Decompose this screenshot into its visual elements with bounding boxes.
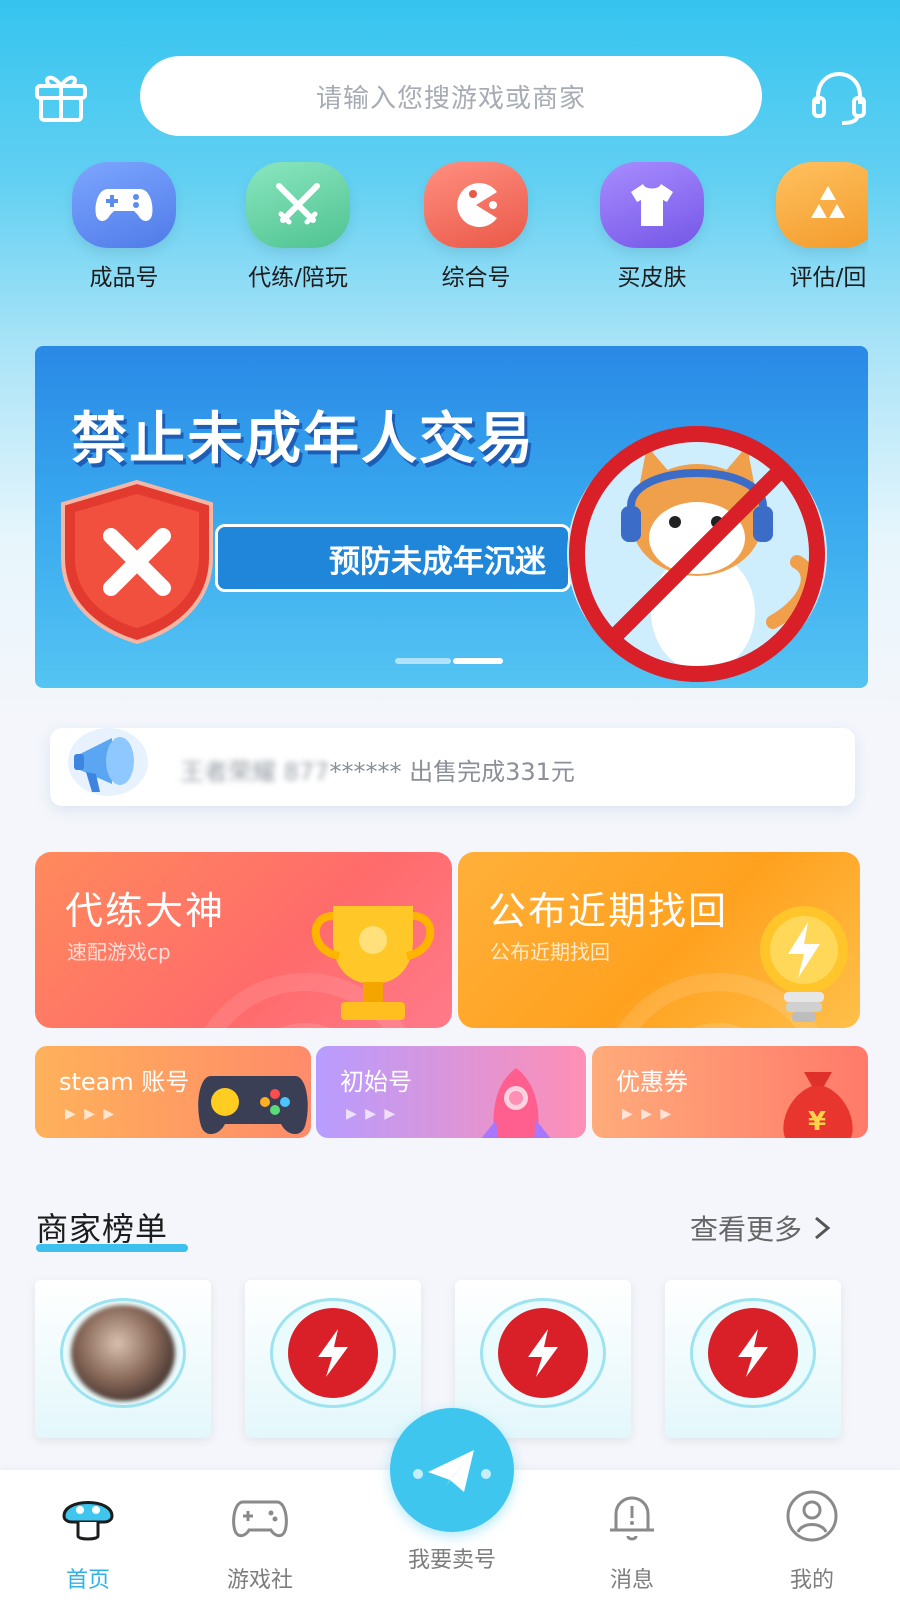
lightning-logo-icon [288, 1308, 378, 1398]
promo-card-coupon[interactable]: 优惠券 ▶ ▶ ▶ ¥ [592, 1046, 868, 1138]
headset-icon [812, 71, 866, 125]
promo-title: 优惠券 [616, 1068, 688, 1096]
merchant-card[interactable] [665, 1280, 841, 1438]
avatar [71, 1305, 175, 1401]
nav-game-community[interactable]: 游戏社 [200, 1486, 320, 1596]
sell-account-label: 我要卖号 [407, 1548, 496, 1573]
gamepad-icon [72, 162, 176, 248]
category-label: 代练/陪玩 [248, 265, 348, 291]
paper-plane-icon [413, 1450, 491, 1492]
promo-subtitle: 公布近期找回 [490, 940, 610, 964]
merchant-avatar-ring [480, 1298, 606, 1408]
promo-card-booster[interactable]: 代练大神 速配游戏cp [35, 852, 452, 1028]
nav-label: 游戏社 [226, 1568, 293, 1593]
home-mushroom-icon [62, 1501, 114, 1541]
promo-arrows: ▶ ▶ ▶ [65, 1106, 117, 1122]
category-label: 评估/回 [789, 265, 867, 291]
promo-card-recovery[interactable]: 公布近期找回 公布近期找回 [458, 852, 860, 1028]
category-label: 买皮肤 [617, 265, 687, 291]
nav-messages[interactable]: 消息 [572, 1486, 692, 1596]
banner-dot-active[interactable] [453, 658, 503, 664]
merchant-card[interactable] [35, 1280, 211, 1438]
category-label: 综合号 [441, 265, 511, 291]
promo-arrows: ▶ ▶ ▶ [346, 1106, 398, 1122]
category-label: 成品号 [89, 265, 159, 291]
chevron-right-icon [815, 1216, 831, 1240]
search-input[interactable]: 请输入您搜游戏或商家 [140, 56, 762, 136]
category-finished-account[interactable]: 成品号 [54, 162, 194, 292]
svg-text:¥: ¥ [808, 1107, 826, 1137]
promo-title: steam 账号 [59, 1068, 190, 1096]
nav-label: 我的 [789, 1568, 834, 1593]
promo-title: 初始号 [340, 1068, 412, 1096]
lightbulb-icon [760, 906, 848, 1022]
notice-text: 王者荣耀 877****** 出售完成331元 [180, 752, 575, 787]
promo-title: 公布近期找回 [488, 889, 729, 933]
notice-message: ****** 出售完成331元 [329, 758, 575, 786]
merchant-card[interactable] [245, 1280, 421, 1438]
category-boosting[interactable]: 代练/陪玩 [228, 162, 368, 292]
cat-prohibited-icon [567, 426, 827, 682]
swords-icon [246, 162, 350, 248]
user-icon [786, 1490, 838, 1542]
search-placeholder: 请输入您搜游戏或商家 [315, 83, 586, 114]
category-buy-skin[interactable]: 买皮肤 [582, 162, 722, 292]
category-appraisal[interactable]: 评估/回 [758, 162, 868, 292]
megaphone-icon [68, 728, 148, 796]
tshirt-icon [600, 162, 704, 248]
promo-card-initial[interactable]: 初始号 ▶ ▶ ▶ [316, 1046, 586, 1138]
sell-account-button[interactable] [390, 1408, 514, 1532]
merchant-avatar-ring [270, 1298, 396, 1408]
view-more-link[interactable]: 查看更多 [690, 1208, 834, 1248]
gamepad-outline-icon [232, 1500, 288, 1538]
trophy-icon [311, 906, 435, 1020]
banner-subtitle: 预防未成年沉迷 [215, 524, 571, 592]
promo-title: 代练大神 [65, 889, 226, 933]
merchant-card[interactable] [455, 1280, 631, 1438]
banner-dot[interactable] [395, 658, 451, 664]
merchant-avatar-ring [60, 1298, 186, 1408]
merchant-avatar-ring [690, 1298, 816, 1408]
sale-notice-bar[interactable]: 王者荣耀 877****** 出售完成331元 [50, 728, 855, 806]
nav-profile[interactable]: 我的 [752, 1486, 872, 1596]
nav-label: 消息 [609, 1568, 654, 1593]
gift-icon [35, 75, 87, 122]
notice-masked-prefix: 王者荣耀 877 [180, 758, 330, 786]
gift-button[interactable] [32, 68, 90, 124]
banner-pagination [395, 658, 505, 666]
promo-card-steam[interactable]: steam 账号 ▶ ▶ ▶ [35, 1046, 311, 1138]
promo-banner[interactable]: 禁止未成年人交易 预防未成年沉迷 [35, 346, 868, 688]
money-bag-icon: ¥ [783, 1072, 853, 1138]
shield-icon [61, 479, 213, 645]
lightning-logo-icon [708, 1308, 798, 1398]
promo-subtitle: 速配游戏cp [67, 940, 171, 964]
banner-title: 禁止未成年人交易 [71, 407, 535, 472]
view-more-label: 查看更多 [690, 1213, 803, 1246]
customer-service-button[interactable] [808, 70, 870, 126]
promo-arrows: ▶ ▶ ▶ [622, 1106, 674, 1122]
rocket-icon [481, 1068, 551, 1138]
category-general-account[interactable]: 综合号 [406, 162, 546, 292]
lightning-logo-icon [498, 1308, 588, 1398]
bell-icon [610, 1496, 654, 1541]
nav-home[interactable]: 首页 [28, 1486, 148, 1596]
recycle-icon [776, 162, 868, 248]
controller-icon [198, 1076, 308, 1135]
ranking-title-underline [36, 1244, 188, 1252]
nav-label: 首页 [65, 1568, 110, 1593]
pacman-icon [424, 162, 528, 248]
